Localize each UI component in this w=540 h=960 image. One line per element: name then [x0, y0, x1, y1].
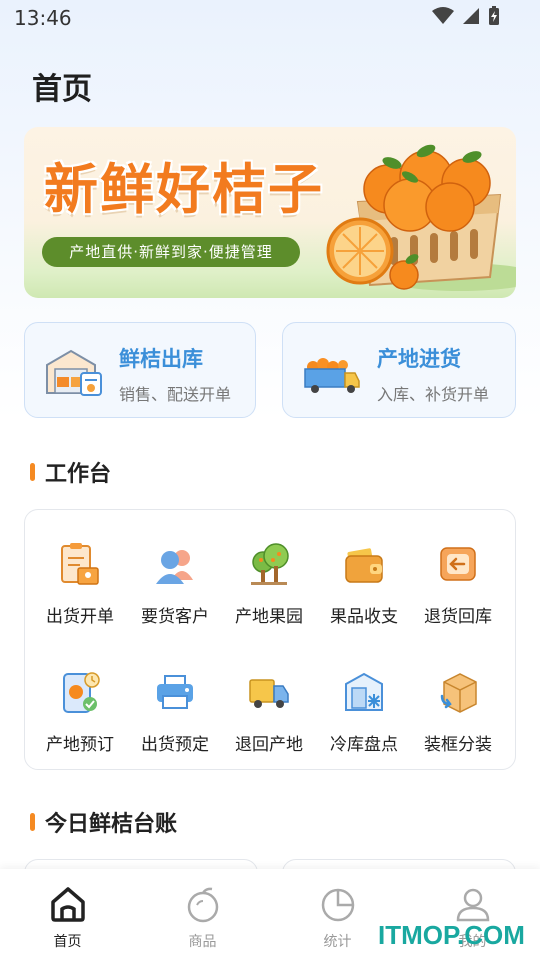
workbench-item-cold-storage[interactable]: 冷库盘点 — [317, 646, 411, 756]
workbench-item-label: 果品收支 — [330, 607, 398, 627]
wallet-icon — [345, 548, 383, 583]
status-time: 13:46 — [14, 6, 72, 30]
workbench-item-label: 出货预定 — [141, 735, 209, 755]
workbench-item-label: 退货回库 — [424, 607, 492, 627]
workbench-item-label: 产地预订 — [46, 735, 114, 755]
tab-products[interactable]: 商品 — [135, 869, 270, 960]
status-bar: 13:46 — [0, 0, 540, 36]
tab-label: 首页 — [53, 934, 82, 950]
section-accent-bar — [30, 813, 35, 831]
banner-subtitle: 产地直供·新鲜到家·便捷管理 — [42, 237, 300, 267]
workbench-item-return-stock[interactable]: 退货回库 — [411, 518, 505, 628]
battery-icon — [489, 6, 499, 25]
workbench-panel: 出货开单 要货客户 产地果园 果品收支 退货回库 产地预订 出货预定 退回产地 … — [24, 509, 516, 770]
workbench-item-preorder[interactable]: 产地预订 — [33, 646, 127, 756]
workbench-item-label: 要货客户 — [141, 607, 209, 627]
workbench-item-income[interactable]: 果品收支 — [317, 518, 411, 628]
return-box-icon — [440, 547, 476, 581]
printer-icon — [157, 675, 193, 709]
truck-oranges-icon — [304, 358, 360, 393]
workbench-item-ship-reserve[interactable]: 出货预定 — [128, 646, 222, 756]
workbench-item-label: 冷库盘点 — [330, 735, 398, 755]
customers-icon — [156, 550, 193, 584]
home-icon — [51, 887, 85, 922]
workbench-item-ship-order[interactable]: 出货开单 — [33, 518, 127, 628]
workbench-item-packing[interactable]: 装框分装 — [411, 646, 505, 756]
stock-out-subtitle: 销售、配送开单 — [119, 385, 232, 404]
stock-in-card[interactable]: 产地进货 入库、补货开单 — [282, 322, 516, 418]
workbench-item-label: 退回产地 — [235, 735, 303, 755]
workbench-item-customers[interactable]: 要货客户 — [128, 518, 222, 628]
promo-banner[interactable]: 新鲜好桔子 产地直供·新鲜到家·便捷管理 — [24, 127, 516, 298]
workbench-item-label: 出货开单 — [46, 607, 114, 627]
status-icons — [432, 6, 500, 26]
delivery-truck-icon — [249, 679, 289, 708]
cell-signal-icon — [463, 8, 479, 24]
wifi-icon — [432, 7, 454, 24]
workbench-item-label: 装框分装 — [424, 735, 492, 755]
stock-in-subtitle: 入库、补货开单 — [377, 385, 490, 404]
tab-home[interactable]: 首页 — [0, 869, 135, 960]
banner-title: 新鲜好桔子 — [44, 158, 324, 221]
workbench-item-return-origin[interactable]: 退回产地 — [222, 646, 316, 756]
workbench-heading: 工作台 — [30, 456, 111, 488]
ledger-heading: 今日鲜桔台账 — [30, 806, 177, 838]
packing-box-icon — [440, 673, 477, 713]
user-icon — [456, 888, 490, 922]
orange-basket-illustration — [326, 144, 516, 291]
pie-chart-icon — [321, 888, 355, 922]
orange-fruit-icon — [187, 887, 219, 923]
workbench-item-label: 产地果园 — [235, 607, 303, 627]
cold-storage-icon — [345, 672, 383, 711]
site-watermark: ITMOP.COM — [378, 920, 525, 950]
page-title: 首页 — [32, 72, 92, 107]
stock-out-title: 鲜桔出库 — [119, 347, 203, 371]
stock-in-title: 产地进货 — [377, 347, 461, 371]
workbench-title: 工作台 — [45, 462, 112, 487]
phone-preorder-icon — [63, 672, 100, 713]
tab-label: 商品 — [188, 934, 217, 950]
workbench-item-orchard[interactable]: 产地果园 — [222, 518, 316, 628]
ledger-title: 今日鲜桔台账 — [45, 812, 178, 837]
warehouse-icon — [46, 349, 102, 396]
orchard-icon — [251, 543, 289, 585]
clipboard-order-icon — [61, 543, 99, 585]
section-accent-bar — [30, 463, 35, 481]
stock-out-card[interactable]: 鲜桔出库 销售、配送开单 — [24, 322, 256, 418]
